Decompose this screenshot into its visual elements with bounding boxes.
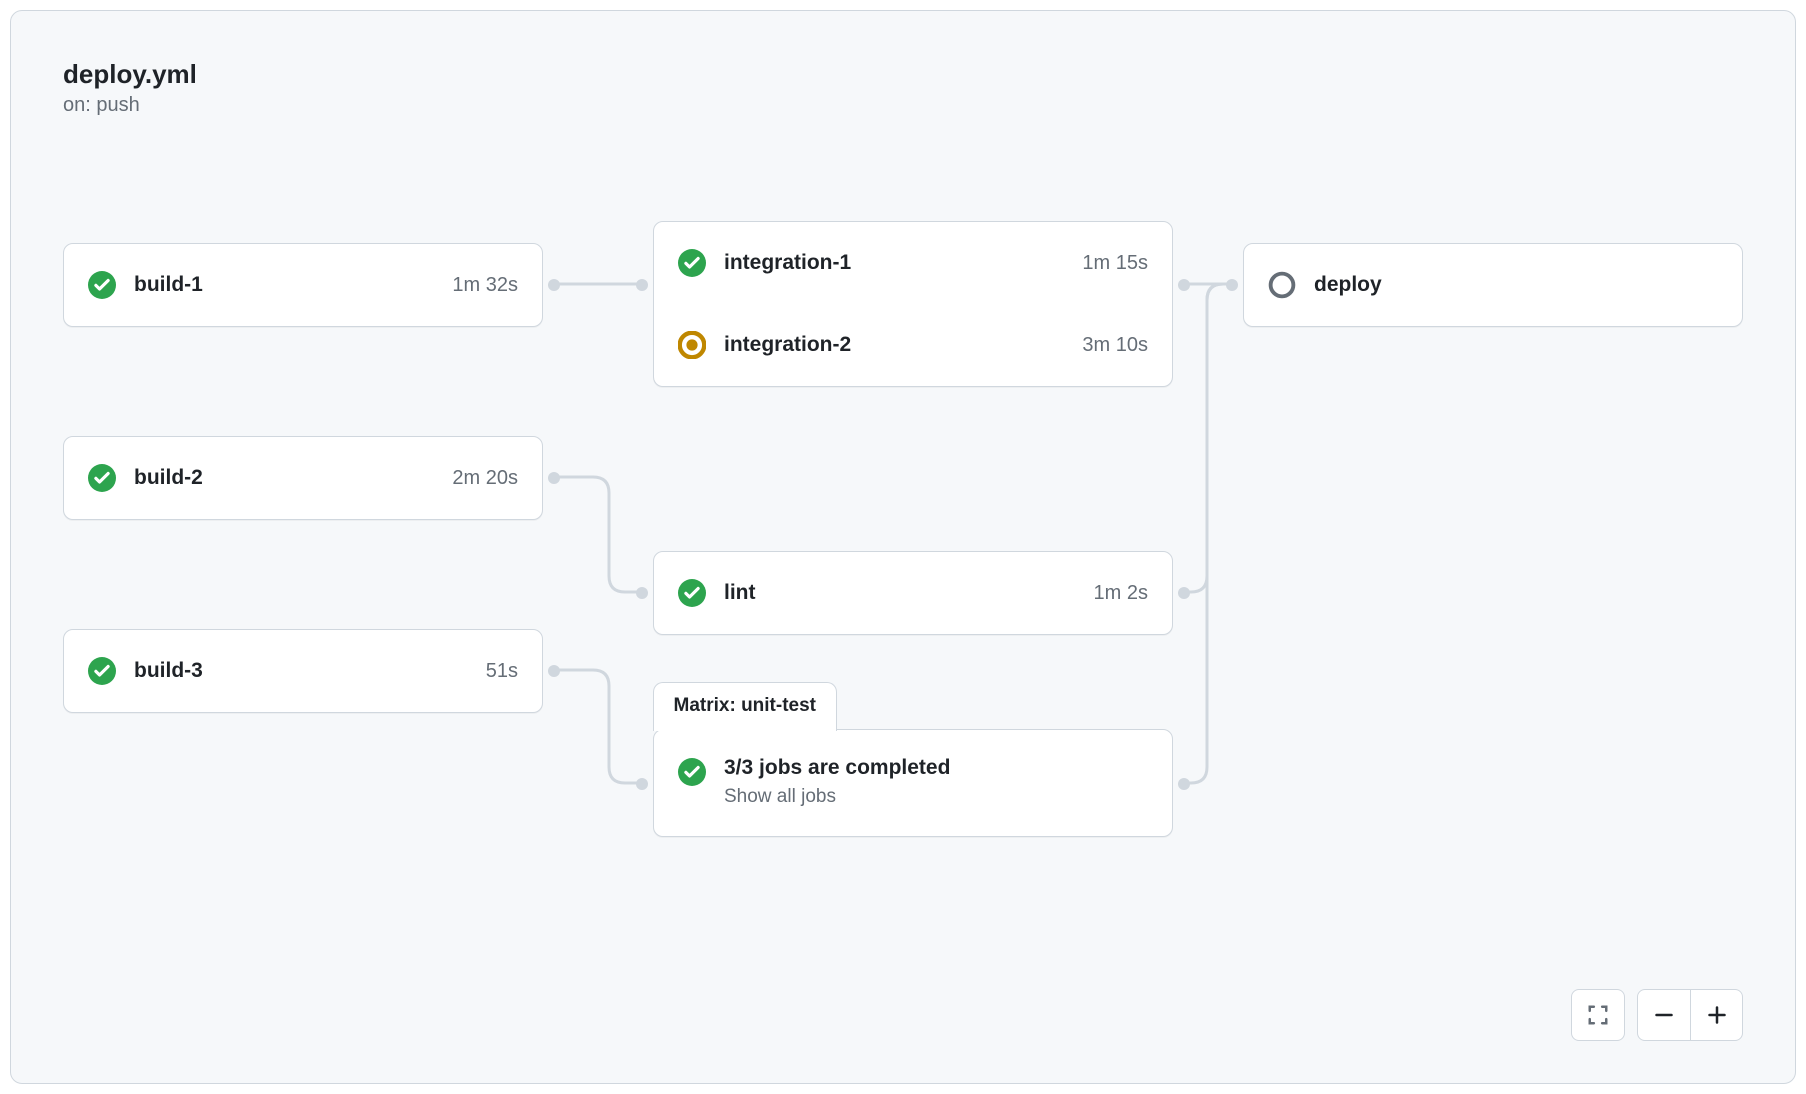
- job-name: deploy: [1314, 273, 1718, 297]
- job-duration: 1m 15s: [1082, 252, 1148, 275]
- job-name: build-2: [134, 466, 452, 490]
- job-name: integration-1: [724, 251, 1082, 275]
- matrix-body[interactable]: 3/3 jobs are completed Show all jobs: [654, 730, 1172, 836]
- port-out: [1178, 778, 1190, 790]
- port-in: [636, 279, 648, 291]
- job-name: integration-2: [724, 333, 1082, 357]
- port-in: [636, 778, 648, 790]
- job-row[interactable]: deploy: [1244, 244, 1742, 326]
- port-out: [1178, 587, 1190, 599]
- dot-fill-icon: [678, 331, 706, 359]
- job-duration: 3m 10s: [1082, 334, 1148, 357]
- job-node-integration[interactable]: integration-1 1m 15s integration-2 3m 10…: [653, 221, 1173, 387]
- fullscreen-group: [1571, 989, 1625, 1041]
- job-duration: 51s: [486, 660, 518, 683]
- job-node-deploy[interactable]: deploy: [1243, 243, 1743, 327]
- matrix-show-all-link[interactable]: Show all jobs: [724, 786, 950, 808]
- job-row[interactable]: build-2 2m 20s: [64, 437, 542, 519]
- job-row-integration-1[interactable]: integration-1 1m 15s: [654, 222, 1172, 304]
- check-circle-icon: [678, 758, 706, 786]
- job-name: build-3: [134, 659, 486, 683]
- port-out: [548, 472, 560, 484]
- workflow-graph[interactable]: build-1 1m 32s build-2 2m 20s build-3: [63, 221, 1753, 921]
- job-node-matrix-unit-test[interactable]: Matrix: unit-test 3/3 jobs are completed…: [653, 729, 1173, 837]
- job-duration: 1m 2s: [1094, 582, 1148, 605]
- check-circle-icon: [88, 271, 116, 299]
- job-node-lint[interactable]: lint 1m 2s: [653, 551, 1173, 635]
- port-in: [636, 587, 648, 599]
- check-circle-icon: [678, 249, 706, 277]
- job-node-build-3[interactable]: build-3 51s: [63, 629, 543, 713]
- port-out: [548, 279, 560, 291]
- matrix-summary: 3/3 jobs are completed: [724, 756, 950, 780]
- job-duration: 2m 20s: [452, 467, 518, 490]
- job-row[interactable]: build-3 51s: [64, 630, 542, 712]
- job-name: lint: [724, 581, 1094, 605]
- workflow-title: deploy.yml: [63, 59, 197, 90]
- job-name: build-1: [134, 273, 452, 297]
- circle-icon: [1268, 271, 1296, 299]
- zoom-group: [1637, 989, 1743, 1041]
- job-row[interactable]: lint 1m 2s: [654, 552, 1172, 634]
- workflow-graph-panel: deploy.yml on: push: [10, 10, 1796, 1084]
- workflow-trigger: on: push: [63, 94, 197, 117]
- job-row[interactable]: build-1 1m 32s: [64, 244, 542, 326]
- check-circle-icon: [88, 464, 116, 492]
- check-circle-icon: [678, 579, 706, 607]
- job-row-integration-2[interactable]: integration-2 3m 10s: [654, 304, 1172, 386]
- graph-controls: [1571, 989, 1743, 1041]
- workflow-header: deploy.yml on: push: [63, 59, 197, 117]
- zoom-in-button[interactable]: [1690, 990, 1742, 1040]
- job-node-build-2[interactable]: build-2 2m 20s: [63, 436, 543, 520]
- check-circle-icon: [88, 657, 116, 685]
- matrix-tab-label: Matrix: unit-test: [653, 682, 838, 731]
- port-out: [548, 665, 560, 677]
- port-in: [1226, 279, 1238, 291]
- job-node-build-1[interactable]: build-1 1m 32s: [63, 243, 543, 327]
- zoom-out-button[interactable]: [1638, 990, 1690, 1040]
- job-duration: 1m 32s: [452, 274, 518, 297]
- port-out: [1178, 279, 1190, 291]
- fullscreen-button[interactable]: [1572, 990, 1624, 1040]
